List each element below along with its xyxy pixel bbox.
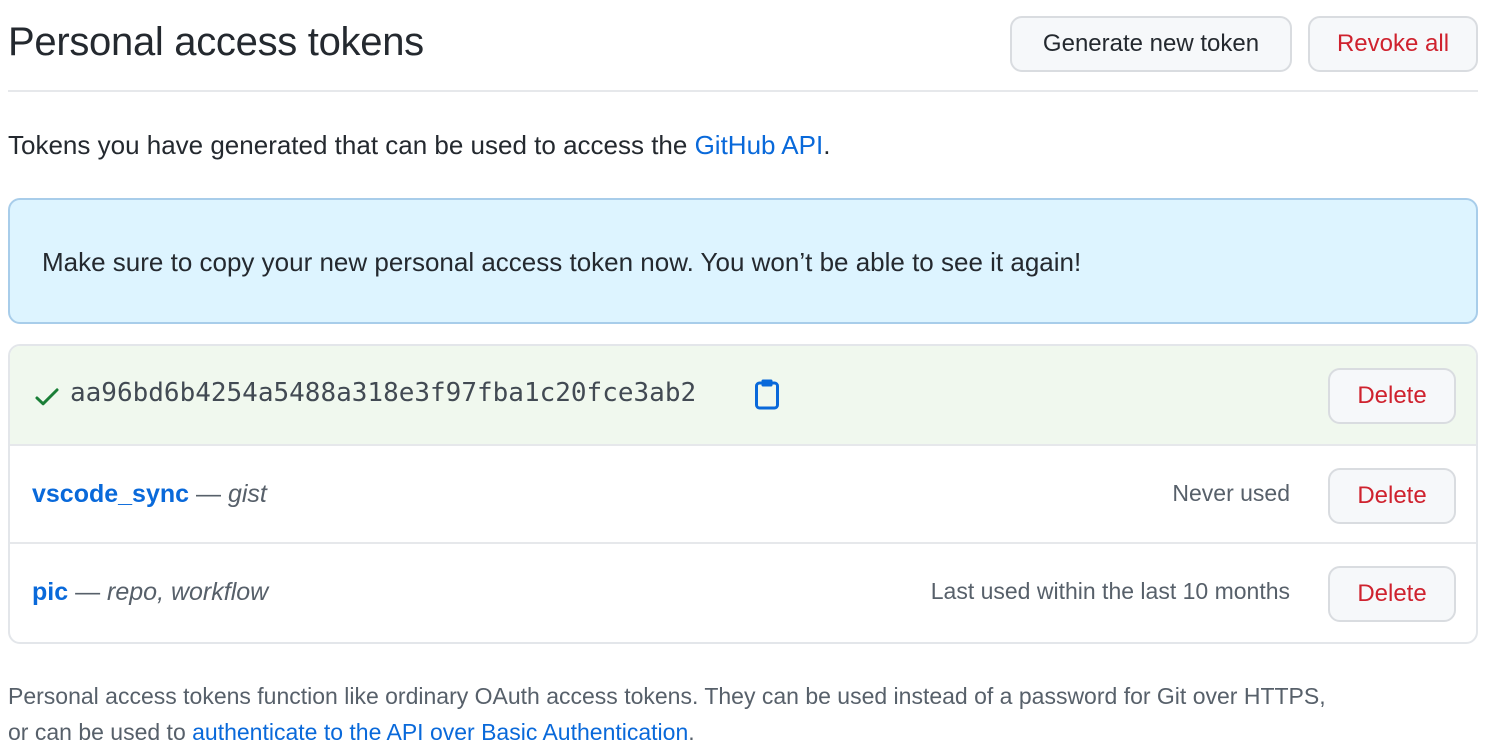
github-api-link[interactable]: GitHub API bbox=[695, 130, 824, 160]
token-separator: — bbox=[189, 480, 228, 508]
delete-token-button[interactable]: Delete bbox=[1328, 566, 1456, 622]
footnote-line1: Personal access tokens function like ord… bbox=[8, 683, 1326, 709]
flash-notice: Make sure to copy your new personal acce… bbox=[8, 198, 1478, 324]
token-separator: — bbox=[68, 578, 108, 606]
flash-message: Make sure to copy your new personal acce… bbox=[42, 247, 1082, 277]
check-icon bbox=[35, 388, 59, 406]
page-title: Personal access tokens bbox=[8, 20, 424, 64]
intro-text-body: Tokens you have generated that can be us… bbox=[8, 130, 695, 160]
page-header: Personal access tokens Generate new toke… bbox=[8, 0, 1478, 92]
delete-new-token-button[interactable]: Delete bbox=[1328, 368, 1456, 424]
token-name-line: pic — repo, workflow bbox=[32, 578, 268, 607]
intro-suffix: . bbox=[823, 130, 831, 160]
new-token-row: aa96bd6b4254a5488a318e3f97fba1c20fce3ab2… bbox=[10, 346, 1476, 446]
new-token-value: aa96bd6b4254a5488a318e3f97fba1c20fce3ab2 bbox=[70, 378, 697, 408]
token-last-used: Last used within the last 10 months bbox=[930, 578, 1290, 604]
footnote-line2-prefix: or can be used to bbox=[8, 719, 193, 745]
token-row: vscode_sync — gist Never used Delete bbox=[10, 446, 1476, 544]
token-scopes: repo, workflow bbox=[107, 578, 269, 606]
generate-new-token-button[interactable]: Generate new token bbox=[1010, 16, 1292, 72]
footnote-line2-suffix: . bbox=[688, 719, 695, 745]
revoke-all-button[interactable]: Revoke all bbox=[1308, 16, 1478, 72]
intro-text: Tokens you have generated that can be us… bbox=[8, 130, 830, 161]
footnote: Personal access tokens function like ord… bbox=[8, 678, 1488, 750]
token-name-line: vscode_sync — gist bbox=[32, 480, 267, 509]
clipboard-icon[interactable] bbox=[754, 378, 780, 410]
token-scopes: gist bbox=[227, 480, 267, 508]
delete-token-button[interactable]: Delete bbox=[1328, 468, 1456, 524]
token-name-link[interactable]: pic bbox=[32, 578, 68, 606]
token-list: aa96bd6b4254a5488a318e3f97fba1c20fce3ab2… bbox=[8, 344, 1478, 644]
basic-auth-link[interactable]: authenticate to the API over Basic Authe… bbox=[192, 719, 688, 745]
token-last-used: Never used bbox=[1172, 480, 1290, 506]
token-name-link[interactable]: vscode_sync bbox=[32, 480, 189, 508]
token-row: pic — repo, workflow Last used within th… bbox=[10, 544, 1476, 642]
